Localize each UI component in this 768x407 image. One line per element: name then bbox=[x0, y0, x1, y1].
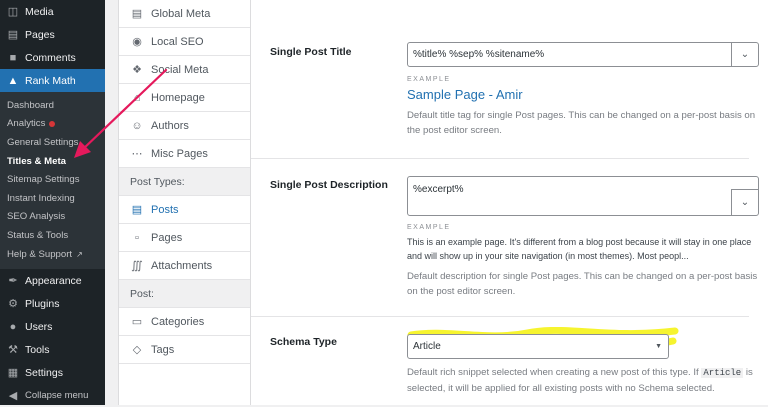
single-post-description-textarea[interactable]: %excerpt% ⌄ bbox=[407, 176, 759, 216]
single-post-title-input[interactable]: %title% %sep% %sitename% ⌄ bbox=[407, 42, 759, 67]
submenu-titles-meta[interactable]: Titles & Meta bbox=[0, 152, 105, 171]
submenu-status-tools[interactable]: Status & Tools bbox=[0, 226, 105, 245]
submenu-sitemap-settings[interactable]: Sitemap Settings bbox=[0, 170, 105, 189]
titles-meta-nav: ▤ Global Meta ◉ Local SEO ❖ Social Meta ⌂ Ho… bbox=[118, 0, 251, 405]
example-label: EXAMPLE bbox=[407, 76, 451, 83]
media-icon: ◫ bbox=[7, 6, 19, 18]
attachment-icon: ∭ bbox=[131, 260, 143, 272]
nav-tags[interactable]: ◇ Tags bbox=[119, 336, 250, 364]
divider bbox=[251, 316, 749, 317]
chevron-down-icon: ⌄ bbox=[740, 49, 750, 60]
notification-dot-icon bbox=[49, 120, 56, 127]
collapse-icon: ◀ bbox=[8, 390, 18, 403]
caret-down-icon: ▼ bbox=[655, 343, 662, 350]
nav-social-meta[interactable]: ❖ Social Meta bbox=[119, 56, 250, 84]
nav-posts[interactable]: ▤ Posts bbox=[119, 196, 250, 224]
location-pin-icon: ◉ bbox=[132, 36, 142, 48]
share-icon: ❖ bbox=[132, 64, 142, 76]
divider bbox=[251, 158, 749, 159]
variables-dropdown-button[interactable]: ⌄ bbox=[731, 189, 758, 215]
title-help-text: Default title tag for single Post pages.… bbox=[407, 110, 756, 136]
users-icon: ● bbox=[9, 320, 17, 333]
tools-icon: ⚒ bbox=[8, 344, 18, 357]
nav-local-seo[interactable]: ◉ Local SEO bbox=[119, 28, 250, 56]
menu-rank-math[interactable]: ▲ Rank Math bbox=[0, 69, 105, 92]
nav-global-meta[interactable]: ▤ Global Meta bbox=[119, 0, 250, 28]
description-example-preview: This is an example page. It's different … bbox=[407, 237, 752, 261]
submenu-instant-indexing[interactable]: Instant Indexing bbox=[0, 189, 105, 208]
article-code: Article bbox=[701, 368, 744, 378]
submenu-help-support[interactable]: Help & Support ↗ bbox=[0, 245, 105, 264]
pages-doc-icon: ▫ bbox=[135, 231, 139, 244]
submenu-analytics[interactable]: Analytics bbox=[0, 115, 105, 134]
nav-group-post-types: Post Types: bbox=[119, 168, 250, 196]
rank-math-icon: ▲ bbox=[7, 74, 19, 87]
menu-tools[interactable]: ⚒ Tools bbox=[0, 338, 105, 361]
submenu-dashboard[interactable]: Dashboard bbox=[0, 96, 105, 115]
comments-icon: ■ bbox=[9, 51, 17, 64]
authors-icon: ☺ bbox=[131, 119, 143, 132]
posts-icon: ▤ bbox=[131, 204, 143, 216]
menu-appearance[interactable]: ✒ Appearance bbox=[0, 269, 105, 292]
menu-comments[interactable]: ■ Comments bbox=[0, 46, 105, 69]
settings-panel: Single Post Title %title% %sep% %sitenam… bbox=[251, 0, 768, 405]
globe-icon: ▤ bbox=[131, 8, 143, 20]
plugins-icon: ⚙ bbox=[8, 298, 18, 311]
pages-icon: ▤ bbox=[7, 29, 19, 41]
menu-plugins[interactable]: ⚙ Plugins bbox=[0, 292, 105, 315]
single-post-title-field: %title% %sep% %sitename% ⌄ EXAMPLE Sampl… bbox=[407, 42, 759, 138]
nav-categories[interactable]: ▭ Categories bbox=[119, 308, 250, 336]
menu-users[interactable]: ● Users bbox=[0, 315, 105, 338]
description-help-text: Default description for single Post page… bbox=[407, 271, 758, 297]
folder-icon: ▭ bbox=[131, 316, 143, 328]
menu-media[interactable]: ◫ Media bbox=[0, 0, 105, 23]
tag-icon: ◇ bbox=[132, 344, 142, 356]
chevron-down-icon: ⌄ bbox=[740, 197, 750, 208]
title-example-preview: Sample Page - Amir bbox=[407, 87, 523, 102]
variables-dropdown-button[interactable]: ⌄ bbox=[731, 43, 758, 66]
single-post-description-field: %excerpt% ⌄ EXAMPLE This is an example p… bbox=[407, 176, 759, 299]
schema-type-label: Schema Type bbox=[270, 336, 337, 348]
rank-math-submenu: Dashboard Analytics General Settings Tit… bbox=[0, 92, 105, 270]
single-post-description-label: Single Post Description bbox=[270, 179, 388, 191]
settings-icon: ▦ bbox=[7, 367, 19, 380]
nav-attachments[interactable]: ∭ Attachments bbox=[119, 252, 250, 280]
nav-pages[interactable]: ▫ Pages bbox=[119, 224, 250, 252]
menu-settings[interactable]: ▦ Settings bbox=[0, 361, 105, 384]
wp-admin-sidebar: ◫ Media ▤ Pages ■ Comments ▲ Rank Math Dashb… bbox=[0, 0, 105, 405]
misc-icon: ⋯ bbox=[131, 148, 143, 160]
submenu-seo-analysis[interactable]: SEO Analysis bbox=[0, 208, 105, 227]
nav-misc-pages[interactable]: ⋯ Misc Pages bbox=[119, 140, 250, 168]
nav-group-post: Post: bbox=[119, 280, 250, 308]
schema-type-field: Article ▼ Default rich snippet selected … bbox=[407, 334, 759, 396]
example-label: EXAMPLE bbox=[407, 224, 451, 231]
nav-homepage[interactable]: ⌂ Homepage bbox=[119, 84, 250, 112]
menu-pages[interactable]: ▤ Pages bbox=[0, 23, 105, 46]
single-post-title-label: Single Post Title bbox=[270, 46, 352, 58]
appearance-icon: ✒ bbox=[8, 275, 18, 288]
home-icon: ⌂ bbox=[133, 91, 141, 104]
submenu-general-settings[interactable]: General Settings bbox=[0, 133, 105, 152]
menu-collapse[interactable]: ◀ Collapse menu bbox=[0, 384, 105, 407]
schema-type-select[interactable]: Article ▼ bbox=[407, 334, 669, 359]
schema-help-text: Default rich snippet selected when creat… bbox=[407, 367, 753, 394]
nav-authors[interactable]: ☺ Authors bbox=[119, 112, 250, 140]
external-link-icon: ↗ bbox=[76, 249, 83, 259]
